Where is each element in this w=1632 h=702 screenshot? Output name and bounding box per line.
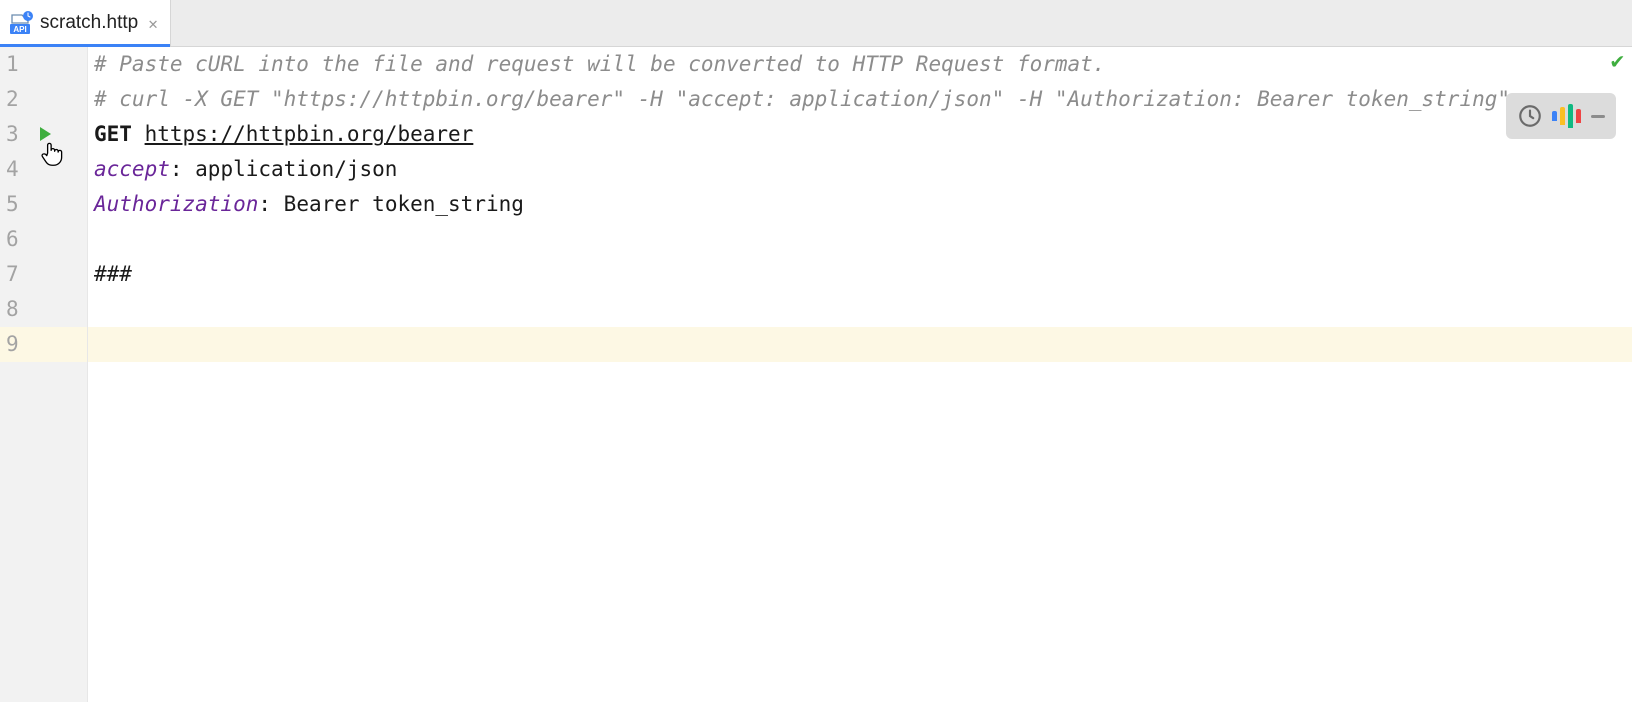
close-tab-icon[interactable]: ✕ [148, 14, 158, 33]
tab-scratch-http[interactable]: API scratch.http ✕ [0, 0, 171, 46]
line-number: 4 [0, 152, 30, 187]
floating-toolbar [1506, 93, 1616, 139]
code-comment: # curl -X GET "https://httpbin.org/beare… [94, 87, 1510, 111]
tab-label: scratch.http [40, 12, 138, 34]
line-number: 1 [0, 47, 30, 82]
header-value: application/json [195, 157, 397, 181]
editor-content[interactable]: # Paste cURL into the file and request w… [88, 47, 1632, 702]
header-name: Authorization [94, 192, 258, 216]
http-method: GET [94, 122, 132, 146]
request-url: https://httpbin.org/bearer [145, 122, 474, 146]
inspection-ok-icon[interactable]: ✔ [1611, 49, 1624, 74]
editor: 1 2 3 4 5 6 7 8 9 # Paste cURL into the … [0, 47, 1632, 702]
svg-text:API: API [13, 25, 26, 34]
http-file-icon: API [8, 11, 34, 35]
line-number: 5 [0, 187, 30, 222]
statistics-icon[interactable] [1552, 104, 1581, 128]
collapse-icon[interactable] [1591, 115, 1605, 118]
line-number: 2 [0, 82, 30, 117]
run-request-icon[interactable] [40, 127, 51, 141]
line-number: 9 [0, 327, 30, 362]
request-separator: ### [94, 262, 132, 286]
history-icon[interactable] [1517, 103, 1543, 129]
code-comment: # Paste cURL into the file and request w… [94, 52, 1105, 76]
header-name: accept [94, 157, 170, 181]
line-number: 7 [0, 257, 30, 292]
line-number: 3 [0, 117, 30, 152]
tab-bar: API scratch.http ✕ [0, 0, 1632, 47]
line-number: 8 [0, 292, 30, 327]
gutter: 1 2 3 4 5 6 7 8 9 [0, 47, 88, 702]
line-number: 6 [0, 222, 30, 257]
header-value: Bearer token_string [284, 192, 524, 216]
